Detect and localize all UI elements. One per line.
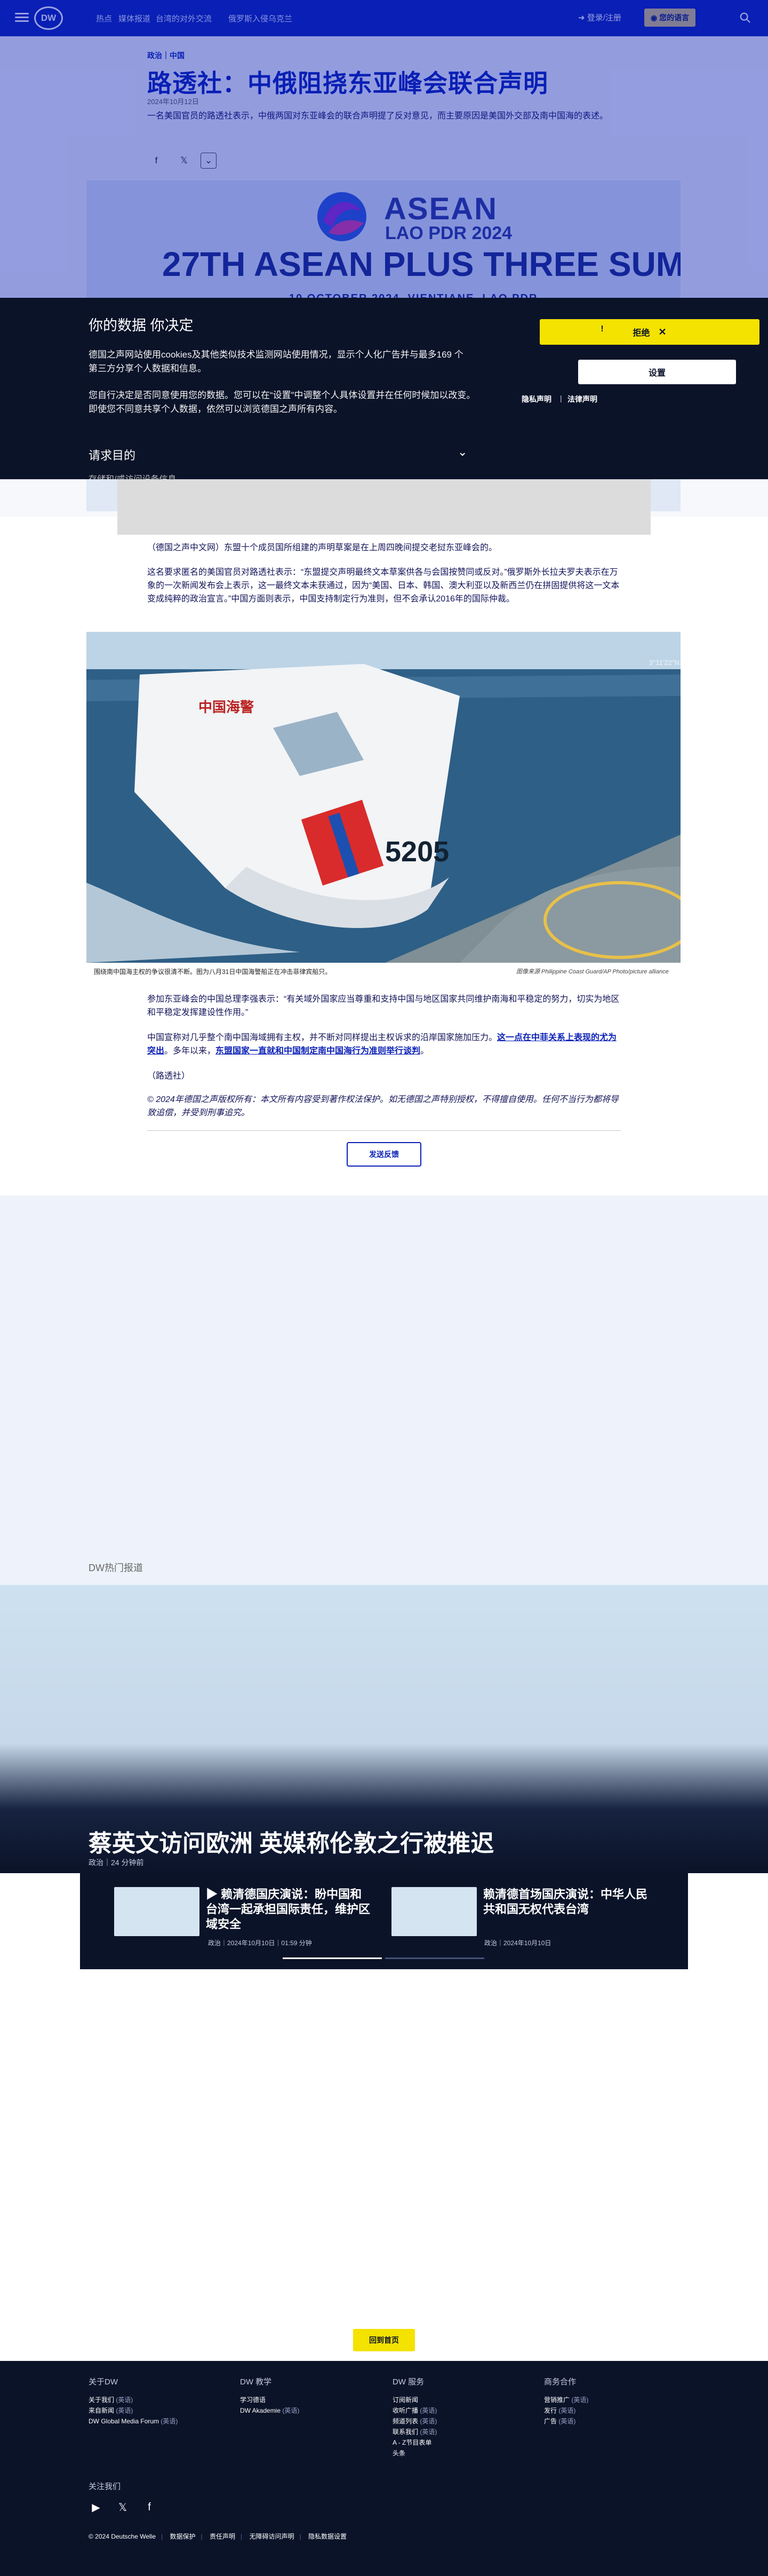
- facebook-icon[interactable]: f: [142, 2500, 157, 2515]
- footer-link[interactable]: 来自新闻 (英语): [89, 2405, 217, 2416]
- teaser-title-2[interactable]: 赖清德首场国庆演说：中华人民共和国无权代表台湾: [483, 1887, 649, 1917]
- footer-link[interactable]: 联系我们 (英语): [393, 2427, 521, 2437]
- feedback-button[interactable]: 发送反馈: [347, 1142, 421, 1167]
- privacy-link[interactable]: 隐私声明: [522, 394, 551, 405]
- carousel-progress: [385, 1957, 484, 1959]
- footer-col-services: DW 服务 订阅新闻 收听广播 (英语) 频道列表 (英语) 联系我们 (英语)…: [393, 2376, 521, 2459]
- youtube-icon[interactable]: ▶: [89, 2500, 103, 2515]
- copyright-text: © 2024 Deutsche Welle: [89, 2533, 156, 2540]
- footer-link[interactable]: 头条: [393, 2448, 521, 2459]
- footer-link[interactable]: 广告 (英语): [544, 2416, 672, 2427]
- footer-link[interactable]: 学习德语: [240, 2395, 368, 2405]
- teaser-thumbnail[interactable]: [391, 1887, 477, 1936]
- link-separator: |: [560, 394, 562, 402]
- consent-title: 你的数据 你决定: [89, 318, 194, 334]
- legal-link-accessibility[interactable]: 无障碍访问声明: [249, 2533, 294, 2540]
- footer-link[interactable]: DW Akademie (英语): [240, 2405, 368, 2416]
- footer-col-learn: DW 教学 学习德语 DW Akademie (英语): [240, 2376, 368, 2416]
- ship-name: 中国海警: [198, 699, 254, 715]
- legal-link[interactable]: 法律声明: [567, 394, 597, 405]
- info-icon: !: [601, 324, 604, 334]
- inline-link-code-of-conduct[interactable]: 东盟国家一直就和中国制定南中国海行为准则举行谈判: [215, 1047, 420, 1056]
- paragraph-4-text-b: 。多年以来，: [164, 1047, 216, 1056]
- legal-link-disclaimer[interactable]: 责任声明: [210, 2533, 235, 2540]
- footer-col-about: 关于DW 关于我们 (英语) 来自新闻 (英语) DW Global Media…: [89, 2376, 217, 2427]
- footer-link[interactable]: DW Global Media Forum (英语): [89, 2416, 217, 2427]
- paragraph-4-text-c: 。: [420, 1047, 429, 1056]
- footer-link[interactable]: 营销推广 (英语): [544, 2395, 672, 2405]
- footer-link[interactable]: A - Z节目表单: [393, 2437, 521, 2448]
- footer-heading: DW 服务: [393, 2377, 425, 2387]
- ad-placeholder: [117, 479, 651, 535]
- photo-source: 图像来源 Philippine Coast Guard/AP Photo/pic…: [516, 969, 669, 975]
- paragraph-2: 这名要求匿名的美国官员对路透社表示：“东盟提交声明最终文本草案供各与会国按赞同或…: [147, 568, 620, 604]
- legal-bar: © 2024 Deutsche Welle | 数据保护 | 责任声明 | 无障碍访问…: [89, 2533, 347, 2540]
- copyright-notice: © 2024年德国之声版权所有：本文所有内容受到著作权法保护。如无德国之声特别授…: [147, 1095, 619, 1117]
- reject-button[interactable]: 拒绝 ✕: [540, 319, 759, 345]
- feature-title[interactable]: 蔡英文访问欧洲 英媒称伦敦之行被推迟: [89, 1824, 494, 1858]
- teaser-carousel: ▶ 赖清德国庆演说：盼中国和台湾一起承担国际责任，维护区域安全 政治｜2024年…: [80, 1873, 751, 1969]
- coast-guard-photo: 5205 中国海警 Courtesy of PCG 3°11'22"N Bajo…: [86, 632, 681, 963]
- feature-meta: 政治｜24 分钟前: [89, 1858, 144, 1867]
- photo-credit: Courtesy of PCG: [661, 639, 681, 672]
- x-icon[interactable]: 𝕏: [115, 2500, 130, 2515]
- video-icon: ▶: [206, 1888, 221, 1901]
- footer-link[interactable]: 订阅新闻: [393, 2395, 521, 2405]
- footer-heading: DW 教学: [240, 2377, 272, 2387]
- section-label: DW热门报道: [89, 1563, 143, 1573]
- ad-area: [0, 1195, 768, 1585]
- footer-link[interactable]: 频道列表 (英语): [393, 2416, 521, 2427]
- paragraph-3: 参加东亚峰会的中国总理李强表示：“有关域外国家应当尊重和支持中国与地区国家共同维…: [147, 995, 620, 1017]
- teaser-meta-1: 政治｜2024年10月10日｜01:59 分钟: [208, 1939, 312, 1947]
- purposes-heading[interactable]: 请求目的: [89, 446, 135, 463]
- teaser-title-1[interactable]: ▶ 赖清德国庆演说：盼中国和台湾一起承担国际责任，维护区域安全: [206, 1887, 371, 1932]
- photo-caption: 围绕南中国海主权的争议很清不断。图为八月31日中国海警船正在冲击菲律宾船只。: [94, 968, 332, 976]
- chevron-down-icon[interactable]: ⌄: [458, 445, 467, 459]
- reject-label: 拒绝: [633, 329, 650, 338]
- settings-button[interactable]: 设置: [578, 360, 736, 384]
- footer-link[interactable]: 收听广播 (英语): [393, 2405, 521, 2416]
- teaser-thumbnail[interactable]: [114, 1887, 199, 1936]
- consent-dim-overlay: [0, 0, 768, 298]
- consent-text-2: 您自行决定是否同意使用您的数据。您可以在“设置”中调整个人具体设置并在任何时候加…: [89, 390, 476, 414]
- photo-coordinates: 3°11'22"N Bajo de 2024: [649, 659, 681, 667]
- paragraph-4: 中国宣称对几乎整个南中国海域拥有主权，并不断对同样提出主权诉求的沿岸国家施加压力…: [147, 1031, 621, 1058]
- footer-link[interactable]: 关于我们 (英语): [89, 2395, 217, 2405]
- paragraph-4-text: 中国宣称对几乎整个南中国海域拥有主权，并不断对同样提出主权诉求的沿岸国家施加压力…: [147, 1033, 498, 1042]
- footer-heading: 商务合作: [544, 2377, 577, 2387]
- footer-col-business: 商务合作 营销推广 (英语) 发行 (英语) 广告 (英语): [544, 2376, 672, 2427]
- divider: [147, 1130, 621, 1131]
- ship-number: 5205: [385, 836, 449, 868]
- chevron-right-icon[interactable]: ›: [747, 1915, 751, 1932]
- consent-text-1: 德国之声网站使用cookies及其他类似技术监测网站使用情况，显示个人化广告并与…: [89, 350, 463, 374]
- footer: 关于DW 关于我们 (英语) 来自新闻 (英语) DW Global Media…: [0, 2361, 768, 2576]
- teaser-meta-2: 政治｜2024年10月10日: [484, 1939, 551, 1947]
- cookie-consent-banner: 你的数据 你决定 德国之声网站使用cookies及其他类似技术监测网站使用情况，…: [0, 298, 768, 479]
- footer-link[interactable]: 发行 (英语): [544, 2405, 672, 2416]
- close-icon: ✕: [658, 326, 667, 337]
- photo-illustration: 5205 中国海警: [86, 632, 681, 963]
- legal-link-privacy-settings[interactable]: 隐私数据设置: [308, 2533, 347, 2540]
- footer-heading: 关于DW: [89, 2377, 118, 2387]
- paragraph-1: （德国之声中文网）东盟十个成员国所组建的声明草案是在上周四晚间提交老挝东亚峰会的…: [147, 543, 498, 552]
- purposes-subitem: 存储和/或访问设备信息: [89, 472, 176, 479]
- teaser-title-1-text: 赖清德国庆演说：盼中国和台湾一起承担国际责任，维护区域安全: [206, 1888, 371, 1931]
- back-to-top-button[interactable]: 回到首页: [353, 2329, 415, 2351]
- follow-us-label: 关注我们: [89, 2482, 121, 2491]
- carousel-progress-active: [283, 1957, 382, 1959]
- legal-link-data-protection[interactable]: 数据保护: [170, 2533, 196, 2540]
- paragraph-5: （路透社）: [147, 1072, 190, 1081]
